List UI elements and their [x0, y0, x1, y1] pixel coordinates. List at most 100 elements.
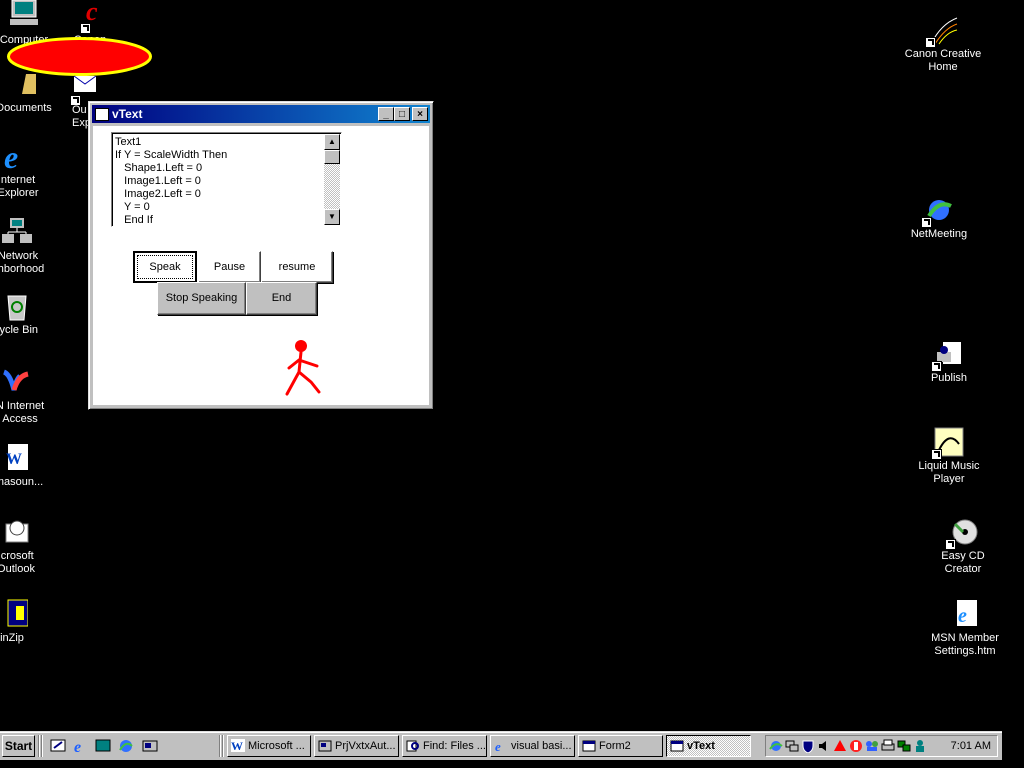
taskbar-separator	[219, 735, 221, 757]
task-label: Form2	[599, 740, 631, 752]
desktop-icon-label: Publish	[930, 372, 968, 384]
desktop-icon-internet-explorer[interactable]: e nternet Explorer	[0, 139, 56, 200]
task-vtext[interactable]: vText	[666, 735, 751, 757]
connection-tray-icon[interactable]	[897, 739, 911, 753]
svg-text:e: e	[74, 739, 81, 754]
quicklaunch-desktop-icon[interactable]	[95, 738, 111, 754]
text1-content[interactable]: Text1 If Y = ScaleWidth Then Shape1.Left…	[115, 136, 323, 224]
desktop-icon-netmeeting[interactable]: NetMeeting	[899, 194, 979, 241]
text1-textbox[interactable]: Text1 If Y = ScaleWidth Then Shape1.Left…	[111, 132, 342, 227]
stop-speaking-button[interactable]: Stop Speaking	[157, 282, 246, 315]
outlook-icon	[0, 516, 32, 548]
desktop-icon-label: icrosoft Outlook	[0, 550, 35, 575]
netmeeting-tray-icon[interactable]	[769, 739, 783, 753]
task-microsoft-word[interactable]: W Microsoft ...	[227, 735, 311, 757]
desktop-icon-label: Network ghborhood	[0, 250, 45, 275]
music-player-icon	[931, 426, 965, 460]
desktop-icon-outlook-express[interactable]	[48, 72, 97, 106]
task-visual-basic[interactable]: e visual basi...	[490, 735, 575, 757]
outlook-express-icon	[70, 72, 104, 106]
window-titlebar[interactable]: vText _ □ ×	[92, 105, 430, 123]
task-find-files[interactable]: Find: Files ...	[402, 735, 487, 757]
desktop-icon-network[interactable]: Network ghborhood	[0, 216, 56, 276]
recycle-bin-icon	[0, 290, 32, 322]
scroll-up-button[interactable]: ▲	[324, 134, 340, 150]
folder-icon	[8, 68, 40, 100]
desktop-icon-label: inZip	[0, 632, 24, 644]
speak-button[interactable]: Speak	[133, 251, 197, 283]
quicklaunch-show-desktop-icon[interactable]	[50, 738, 66, 754]
ie-icon: e	[495, 739, 501, 752]
volume-icon[interactable]	[817, 739, 831, 753]
task-label: PrjVxtxAut...	[335, 740, 396, 752]
desktop-icon-recycle-bin[interactable]: cycle Bin	[0, 290, 56, 337]
vtext-window[interactable]: vText _ □ × Text1 If Y = ScaleWidth Then…	[88, 101, 434, 410]
desktop-icon-msn-member-settings[interactable]: e MSN Member Settings.htm	[925, 598, 1005, 658]
taskbar: Start e W Microsoft ... PrjVxtxAut... Fi…	[0, 731, 1002, 760]
maximize-button[interactable]: □	[394, 107, 410, 121]
task-label: visual basi...	[511, 740, 572, 752]
printer-tray-icon[interactable]	[881, 739, 895, 753]
canon-creative-icon	[925, 14, 959, 48]
desktop-icon-label: NetMeeting	[910, 228, 968, 240]
resume-button[interactable]: resume	[261, 251, 333, 283]
aim-tray-icon[interactable]	[849, 739, 863, 753]
netmeeting-icon	[921, 194, 955, 228]
antivirus-tray-icon[interactable]	[801, 739, 815, 753]
find-icon	[406, 740, 419, 752]
task-label: Microsoft ...	[248, 740, 305, 752]
task-prjvxtxaut[interactable]: PrjVxtxAut...	[314, 735, 399, 757]
task-form2[interactable]: Form2	[578, 735, 663, 757]
quicklaunch-ie-icon[interactable]: e	[73, 738, 89, 754]
form-icon	[95, 108, 109, 121]
desktop-icon-label: MSN Member Settings.htm	[931, 632, 999, 657]
canon-icon: c	[74, 0, 106, 34]
vb-project-icon	[318, 740, 332, 752]
system-tray: 7:01 AM	[765, 735, 998, 757]
svg-text:e: e	[958, 605, 967, 627]
end-button[interactable]: End	[246, 282, 317, 315]
desktop-icon-winzip[interactable]: inZip	[0, 598, 52, 645]
internet-explorer-icon: e	[0, 139, 32, 175]
desktop-icon-easy-cd-creator[interactable]: Easy CD Creator	[923, 516, 1003, 576]
network-tray-icon[interactable]	[785, 739, 799, 753]
taskbar-separator	[38, 735, 40, 757]
start-button[interactable]: Start	[2, 735, 35, 757]
svg-text:e: e	[4, 140, 18, 172]
stick-figure-image	[285, 340, 321, 396]
winzip-icon	[0, 598, 29, 630]
word-document-icon: W	[0, 442, 32, 474]
desktop-icon-publish[interactable]: Publish	[909, 338, 989, 385]
scroll-down-button[interactable]: ▼	[324, 209, 340, 225]
desktop-icon-label: Ou Exp	[72, 104, 88, 129]
close-button[interactable]: ×	[412, 107, 428, 121]
task-label: vText	[687, 740, 715, 752]
minimize-button[interactable]: _	[378, 107, 394, 121]
clock[interactable]: 7:01 AM	[951, 736, 991, 756]
form-client-area: Text1 If Y = ScaleWidth Then Shape1.Left…	[93, 126, 429, 405]
desktop-icon-label: amasoun...	[0, 476, 44, 488]
messenger-tray-icon[interactable]	[865, 739, 879, 753]
alert-tray-icon[interactable]	[833, 739, 847, 753]
desktop-icon-label: Liquid Music Player	[918, 460, 980, 485]
user-tray-icon[interactable]	[913, 739, 927, 753]
vertical-scrollbar[interactable]: ▲ ▼	[324, 134, 340, 225]
taskbar-separator	[41, 735, 43, 757]
desktop-icon-label: nternet Explorer	[0, 174, 39, 199]
desktop-icon-word-document[interactable]: W amasoun...	[0, 442, 56, 489]
desktop-icon-msn[interactable]: N Internet Access	[0, 366, 56, 426]
quicklaunch-vb-icon[interactable]	[142, 738, 158, 754]
svg-text:W: W	[6, 451, 22, 468]
desktop-icon-liquid-music-player[interactable]: Liquid Music Player	[909, 426, 989, 486]
pause-button[interactable]: Pause	[198, 251, 261, 283]
desktop-icon-label: Canon Creative Home	[904, 48, 982, 73]
taskbar-separator	[222, 735, 224, 757]
word-icon: W	[231, 739, 245, 752]
computer-icon	[8, 0, 40, 32]
msn-icon	[0, 366, 32, 398]
desktop-icon-label: N Internet Access	[0, 400, 45, 425]
desktop-icon-canon-creative-home[interactable]: Canon Creative Home	[903, 14, 983, 74]
quicklaunch-netmeeting-icon[interactable]	[118, 738, 134, 754]
scroll-thumb[interactable]	[324, 150, 340, 164]
desktop-icon-outlook[interactable]: icrosoft Outlook	[0, 516, 56, 576]
